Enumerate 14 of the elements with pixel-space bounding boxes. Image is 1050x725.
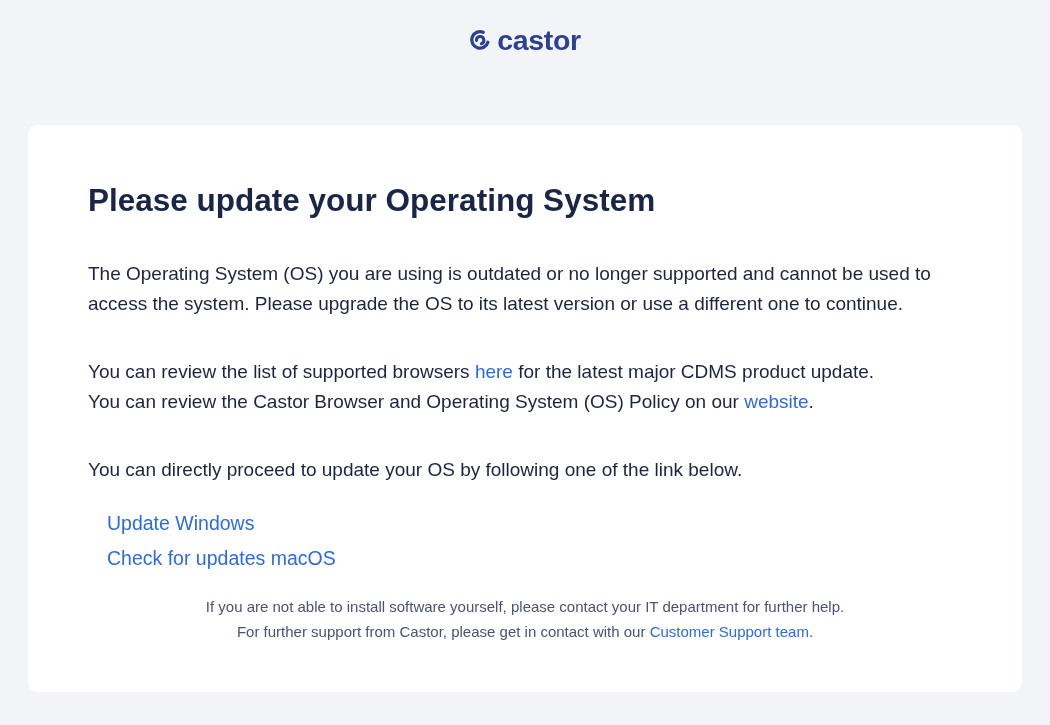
body-text: You can review the Castor Browser and Operating System (OS) Policy on our website. (88, 390, 815, 414)
page-heading: Please update your Operating System (88, 182, 657, 218)
body-text: You can directly proceed to update your OS by following one of the link below. (88, 458, 744, 482)
spiral-logo-icon (469, 29, 492, 51)
update-link[interactable]: Check for updates macOS (107, 541, 336, 576)
update-link[interactable]: Update Windows (107, 506, 255, 541)
help-text: For further support from Castor, please get in contact with our Customer Support team. (235, 622, 815, 642)
inline-link[interactable]: website (744, 391, 809, 412)
body-text: The Operating System (OS) you are using is outdated or no longer supported and cannot be used to access the system. Please upgrade the OS to its latest version or use a different one to continue. (88, 262, 932, 316)
support-link[interactable]: Customer Support team (649, 623, 809, 640)
logo-wordmark: castor (497, 23, 581, 58)
help-text: If you are not able to install software yourself, please contact your IT department for further help. (204, 597, 846, 617)
inline-link[interactable]: here (474, 361, 513, 382)
body-text: You can review the list of supported browsers here for the latest major CDMS product update. (88, 360, 876, 384)
